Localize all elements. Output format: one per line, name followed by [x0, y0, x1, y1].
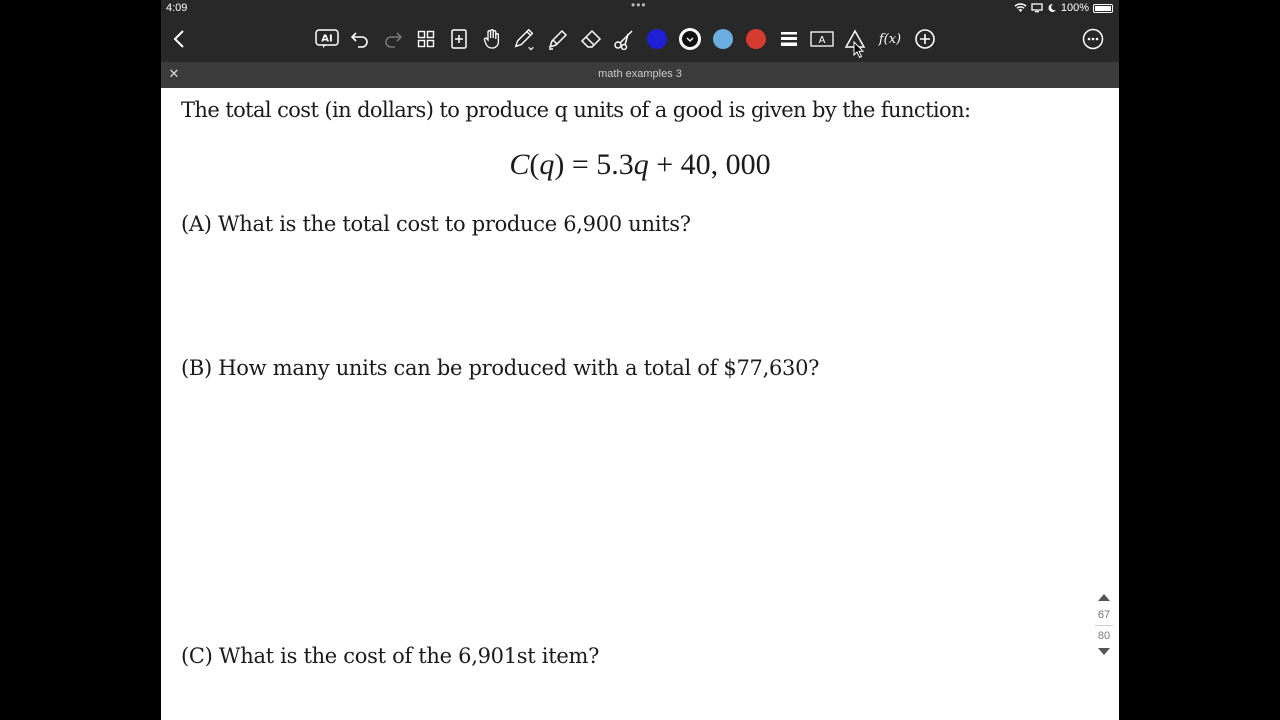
ai-icon: AI [315, 29, 339, 48]
page-indicator[interactable]: 67 80 [1092, 594, 1116, 655]
highlighter-tool-button[interactable] [546, 26, 570, 52]
hand-tool-button[interactable] [480, 26, 504, 52]
hand-icon [483, 29, 500, 49]
more-icon [1082, 28, 1104, 50]
question-c: (C) What is the cost of the 6,901st item… [181, 644, 600, 668]
grid-icon [417, 30, 435, 48]
add-page-icon [451, 29, 467, 49]
selected-color-icon [679, 28, 701, 50]
back-button[interactable] [167, 26, 191, 52]
color-swatch-light-blue[interactable] [711, 26, 735, 52]
redo-icon [385, 32, 403, 48]
page-down-icon[interactable] [1098, 648, 1110, 655]
chevron-left-icon [173, 30, 184, 48]
formula-variable-rhs: q [633, 148, 649, 181]
formula-function: C [509, 148, 530, 181]
tab-bar: ✕ math examples 3 [161, 62, 1119, 88]
formula-variable: q [539, 148, 555, 181]
function-label: f(x) [878, 31, 902, 47]
svg-text:AI: AI [321, 34, 332, 45]
moon-icon [1048, 3, 1056, 12]
undo-button[interactable] [348, 26, 372, 52]
formula-constant: + 40, 000 [656, 148, 771, 181]
color-dot [713, 29, 733, 49]
document-page[interactable]: The total cost (in dollars) to produce q… [161, 88, 1119, 720]
redo-button[interactable] [381, 26, 405, 52]
question-b: (B) How many units can be produced with … [181, 356, 820, 380]
plus-circle-icon [915, 29, 935, 49]
text-box-icon: A [810, 31, 834, 47]
scissors-icon [614, 30, 633, 50]
page-up-icon[interactable] [1098, 594, 1110, 601]
color-swatch-blue[interactable] [645, 26, 669, 52]
toolbar: 4:09 ••• 100% AI A f(x) [161, 0, 1119, 62]
cost-formula: C(q) = 5.3q + 40, 000 [509, 148, 771, 181]
formula-coefficient: = 5.3 [571, 148, 634, 181]
wifi-icon [1014, 3, 1027, 12]
lasso-tool-button[interactable] [612, 26, 636, 52]
insert-button[interactable] [913, 26, 937, 52]
battery-icon [1093, 3, 1113, 13]
tool-strip: AI A f(x) [315, 24, 937, 54]
grid-button[interactable] [414, 26, 438, 52]
svg-text:A: A [819, 35, 826, 46]
eraser-tool-button[interactable] [579, 26, 603, 52]
battery-percent: 100% [1060, 2, 1089, 14]
color-dot [647, 29, 667, 49]
multitasking-dots-icon[interactable]: ••• [631, 0, 647, 12]
more-options-button[interactable] [1081, 27, 1105, 51]
color-swatch-black[interactable] [678, 26, 702, 52]
color-dot [746, 29, 766, 49]
stroke-width-icon [781, 32, 797, 46]
mouse-cursor-icon [853, 41, 865, 59]
total-pages: 80 [1097, 630, 1111, 642]
highlighter-icon [548, 29, 568, 50]
add-page-button[interactable] [447, 26, 471, 52]
eraser-icon [580, 29, 602, 48]
undo-icon [350, 32, 368, 48]
ai-button[interactable]: AI [315, 26, 339, 52]
status-time: 4:09 [166, 2, 188, 14]
pen-icon [514, 28, 534, 51]
question-a: (A) What is the total cost to produce 6,… [181, 212, 691, 236]
current-page: 67 [1097, 609, 1111, 621]
app-window: 4:09 ••• 100% AI A f(x) ✕ math examples … [161, 0, 1119, 720]
tab-title[interactable]: math examples 3 [161, 68, 1119, 80]
problem-intro: The total cost (in dollars) to produce q… [181, 98, 971, 122]
screen-mirroring-icon [1031, 3, 1043, 13]
pen-tool-button[interactable] [513, 26, 537, 52]
stroke-width-button[interactable] [777, 26, 801, 52]
status-indicators: 100% [1014, 2, 1113, 14]
text-box-button[interactable]: A [810, 26, 834, 52]
color-swatch-red[interactable] [744, 26, 768, 52]
page-divider [1095, 625, 1113, 626]
function-button[interactable]: f(x) [876, 26, 904, 52]
